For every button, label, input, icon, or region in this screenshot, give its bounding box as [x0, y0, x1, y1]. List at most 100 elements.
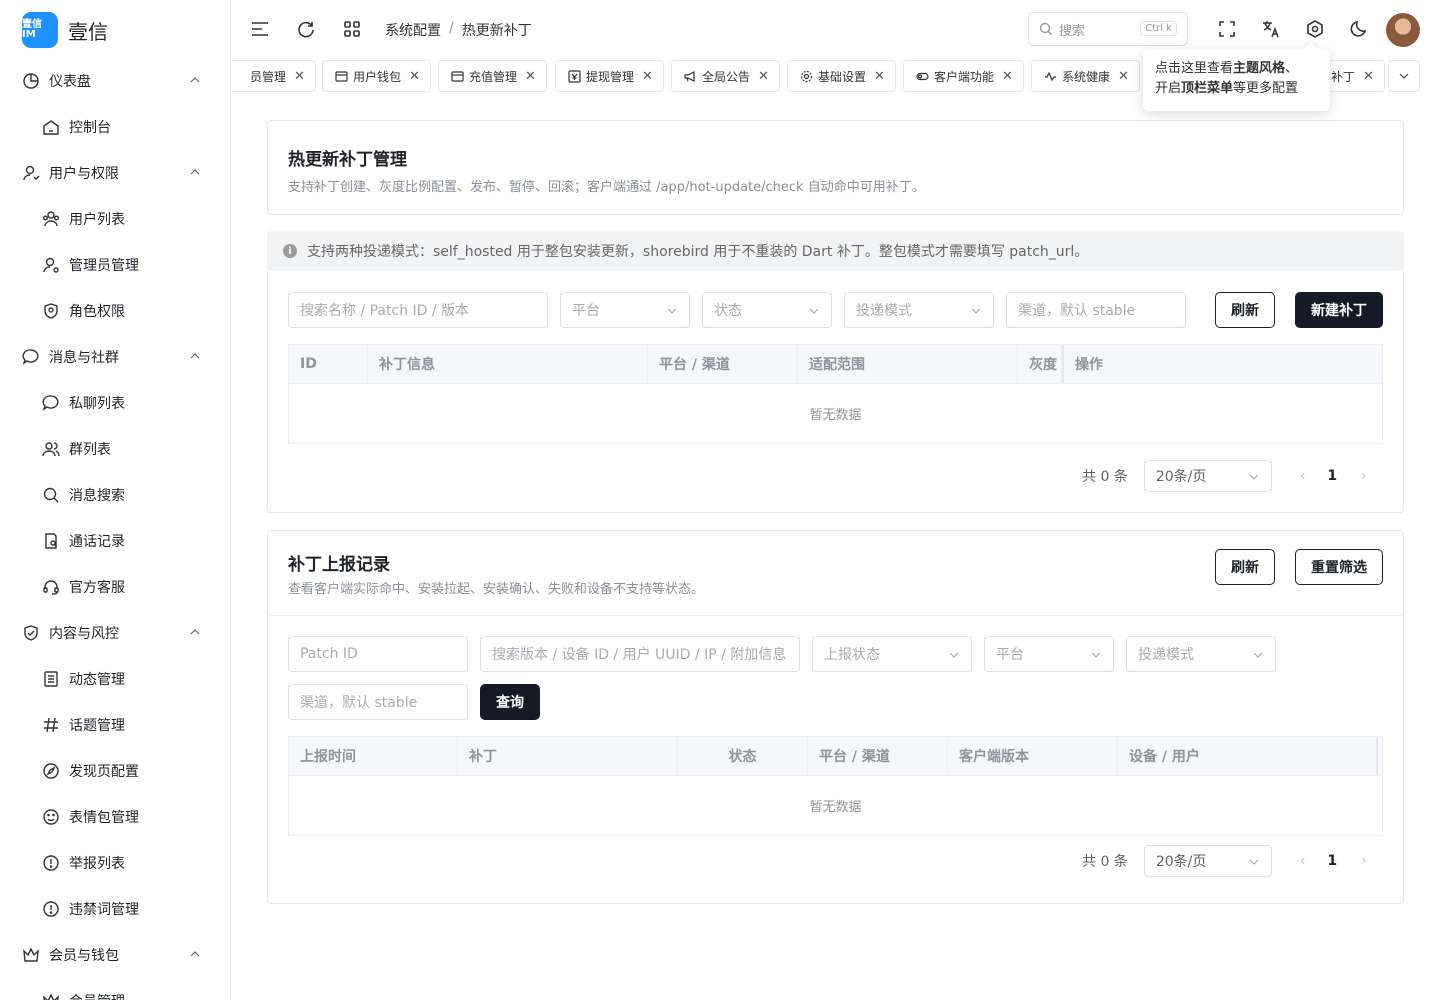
- pagination: 共 0 条 20条/页 ‹ 1 ›: [1082, 845, 1367, 877]
- sidebar-group-content[interactable]: 内容与风控: [0, 610, 230, 656]
- sidebar-item-banned-words[interactable]: 违禁词管理: [0, 886, 230, 932]
- tab-basic-settings[interactable]: 基础设置 ✕: [787, 60, 896, 92]
- select-placeholder: 平台: [572, 303, 600, 319]
- tab-withdraw[interactable]: 提现管理 ✕: [555, 60, 664, 92]
- breadcrumb-item[interactable]: 系统配置: [385, 20, 441, 40]
- pie-chart-icon: [22, 72, 40, 90]
- query-button[interactable]: 查询: [480, 684, 540, 720]
- menu-toggle-icon[interactable]: [250, 19, 270, 39]
- close-icon[interactable]: ✕: [409, 69, 420, 84]
- sidebar-item-roles[interactable]: 角色权限: [0, 288, 230, 334]
- close-icon[interactable]: ✕: [1118, 69, 1129, 84]
- input-placeholder: Patch ID: [300, 646, 358, 662]
- delivery-mode-select[interactable]: 投递模式: [844, 292, 994, 328]
- tab-label: 系统健康: [1062, 69, 1111, 84]
- close-icon[interactable]: ✕: [294, 69, 305, 84]
- sidebar-group-messages[interactable]: 消息与社群: [0, 334, 230, 380]
- tab-announcement[interactable]: 全局公告 ✕: [671, 60, 780, 92]
- select-placeholder: 平台: [996, 647, 1024, 663]
- create-patch-button[interactable]: 新建补丁: [1295, 292, 1383, 328]
- sidebar-group-dashboard[interactable]: 仪表盘: [0, 58, 230, 104]
- report-platform-select[interactable]: 平台: [984, 636, 1114, 672]
- sidebar-item-label: 管理员管理: [69, 258, 139, 274]
- sidebar-item-reports[interactable]: 举报列表: [0, 840, 230, 886]
- close-icon[interactable]: ✕: [874, 69, 885, 84]
- close-icon[interactable]: ✕: [1363, 69, 1374, 84]
- table-header: 上报时间 补丁 状态 平台 / 渠道 客户端版本 设备 / 用户: [289, 737, 1382, 776]
- breadcrumb-current: 热更新补丁: [461, 23, 532, 39]
- patch-search-input[interactable]: 搜索名称 / Patch ID / 版本: [288, 292, 548, 328]
- next-page-button[interactable]: ›: [1361, 853, 1367, 869]
- tab-wallet[interactable]: 用户钱包 ✕: [322, 60, 431, 92]
- tab-client-features[interactable]: 客户端功能 ✕: [903, 60, 1024, 92]
- close-icon[interactable]: ✕: [525, 69, 536, 84]
- global-search[interactable]: 搜索 Ctrl k: [1028, 12, 1188, 46]
- sidebar-group-membership[interactable]: 会员与钱包: [0, 932, 230, 978]
- page-number[interactable]: 1: [1327, 853, 1337, 869]
- column-header: 操作: [1062, 345, 1382, 383]
- info-icon: i: [283, 244, 297, 258]
- sidebar-item-topics[interactable]: 话题管理: [0, 702, 230, 748]
- logo[interactable]: 壹信 IM 壹信: [22, 12, 108, 48]
- select-placeholder: 状态: [714, 303, 742, 319]
- sidebar-item-discover[interactable]: 发现页配置: [0, 748, 230, 794]
- refresh-icon[interactable]: [296, 19, 316, 39]
- sidebar-item-call-log[interactable]: 通话记录: [0, 518, 230, 564]
- tabs-more-button[interactable]: [1388, 60, 1420, 92]
- report-refresh-button[interactable]: 刷新: [1215, 549, 1275, 585]
- next-page-button[interactable]: ›: [1361, 468, 1367, 484]
- grid-icon[interactable]: [342, 19, 362, 39]
- patch-list-card: 搜索名称 / Patch ID / 版本 平台 状态 投递模式 渠道，默认 st…: [267, 271, 1404, 513]
- users-icon: [42, 210, 60, 228]
- tooltip-text: 点击这里查看: [1155, 61, 1234, 76]
- report-status-select[interactable]: 上报状态: [812, 636, 972, 672]
- sidebar-item-label: 表情包管理: [69, 810, 139, 826]
- close-icon[interactable]: ✕: [1002, 69, 1013, 84]
- status-select[interactable]: 状态: [702, 292, 832, 328]
- sidebar-item-label: 群列表: [69, 442, 111, 458]
- close-icon[interactable]: ✕: [758, 69, 769, 84]
- refresh-button[interactable]: 刷新: [1215, 292, 1275, 328]
- dark-mode-icon[interactable]: [1349, 19, 1369, 39]
- sidebar-item-members[interactable]: 会员管理: [0, 978, 230, 1000]
- page-size-value: 20条/页: [1155, 854, 1207, 870]
- prev-page-button[interactable]: ‹: [1300, 468, 1306, 484]
- avatar[interactable]: [1386, 13, 1420, 47]
- admin-icon: [42, 256, 60, 274]
- hash-icon: [42, 716, 60, 734]
- settings-icon[interactable]: [1305, 19, 1325, 39]
- reset-filters-button[interactable]: 重置筛选: [1295, 549, 1383, 585]
- sidebar-item-message-search[interactable]: 消息搜索: [0, 472, 230, 518]
- page-number[interactable]: 1: [1327, 468, 1337, 484]
- sidebar-item-private-chats[interactable]: 私聊列表: [0, 380, 230, 426]
- report-search-input[interactable]: 搜索版本 / 设备 ID / 用户 UUID / IP / 附加信息: [480, 636, 800, 672]
- prev-page-button[interactable]: ‹: [1300, 853, 1306, 869]
- platform-select[interactable]: 平台: [560, 292, 690, 328]
- translate-icon[interactable]: [1261, 19, 1281, 39]
- tab-recharge[interactable]: 充值管理 ✕: [438, 60, 547, 92]
- patch-id-input[interactable]: Patch ID: [288, 636, 468, 672]
- channel-input[interactable]: 渠道，默认 stable: [1006, 292, 1186, 328]
- report-mode-select[interactable]: 投递模式: [1126, 636, 1276, 672]
- page-size-select[interactable]: 20条/页: [1143, 845, 1272, 877]
- fullscreen-icon[interactable]: [1217, 19, 1237, 39]
- sidebar-item-feed[interactable]: 动态管理: [0, 656, 230, 702]
- sidebar-item-groups[interactable]: 群列表: [0, 426, 230, 472]
- sidebar-item-console[interactable]: 控制台: [0, 104, 230, 150]
- page-size-select[interactable]: 20条/页: [1143, 460, 1272, 492]
- page-subtitle: 支持补丁创建、灰度比例配置、发布、暂停、回滚；客户端通过 /app/hot-up…: [288, 180, 925, 195]
- input-placeholder: 渠道，默认 stable: [300, 695, 418, 711]
- close-icon[interactable]: ✕: [642, 69, 653, 84]
- sidebar-item-user-list[interactable]: 用户列表: [0, 196, 230, 242]
- shield-check-icon: [22, 624, 40, 642]
- column-header: 平台 / 渠道: [808, 737, 948, 775]
- sidebar-item-support[interactable]: 官方客服: [0, 564, 230, 610]
- report-channel-input[interactable]: 渠道，默认 stable: [288, 684, 468, 720]
- tab-system-health[interactable]: 系统健康 ✕: [1031, 60, 1140, 92]
- sidebar-item-label: 动态管理: [69, 672, 125, 688]
- sidebar-item-admin[interactable]: 管理员管理: [0, 242, 230, 288]
- app-name: 壹信: [68, 19, 108, 44]
- sidebar-item-stickers[interactable]: 表情包管理: [0, 794, 230, 840]
- tab-admin[interactable]: 员管理 ✕: [231, 60, 316, 92]
- sidebar-group-users[interactable]: 用户与权限: [0, 150, 230, 196]
